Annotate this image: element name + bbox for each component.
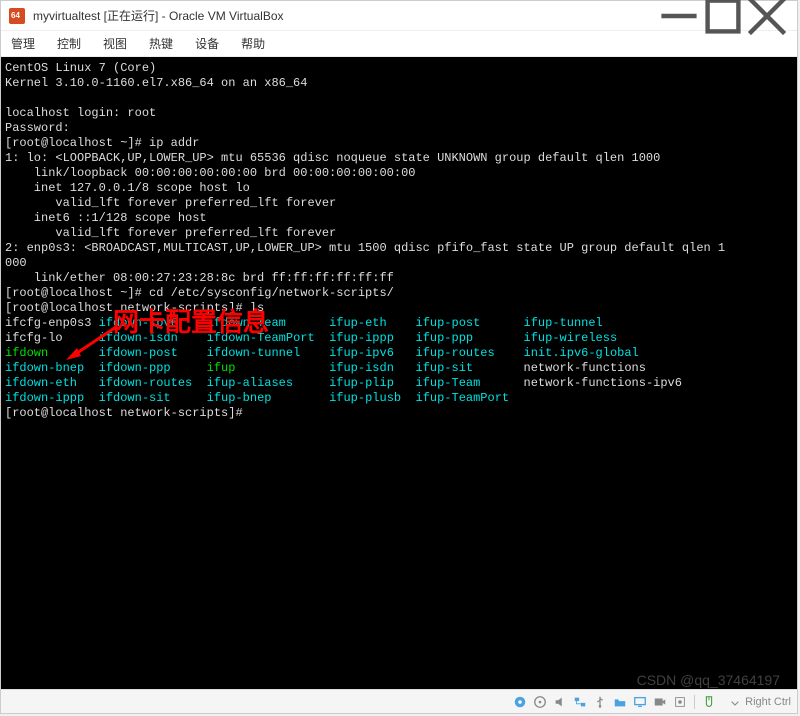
guest-terminal[interactable]: CentOS Linux 7 (Core) Kernel 3.10.0-1160…: [1, 57, 797, 689]
window-controls: [657, 2, 789, 30]
menu-control[interactable]: 控制: [57, 35, 81, 52]
guest-additions-icon[interactable]: [672, 694, 688, 710]
menu-devices[interactable]: 设备: [195, 35, 219, 52]
shared-folder-icon[interactable]: [612, 694, 628, 710]
minimize-button[interactable]: [657, 2, 701, 30]
statusbar: Right Ctrl: [1, 689, 797, 713]
display-icon[interactable]: [632, 694, 648, 710]
usb-icon[interactable]: [592, 694, 608, 710]
menu-hotkeys[interactable]: 热键: [149, 35, 173, 52]
titlebar[interactable]: myvirtualtest [正在运行] - Oracle VM Virtual…: [1, 1, 797, 31]
menu-help[interactable]: 帮助: [241, 35, 265, 52]
window-title: myvirtualtest [正在运行] - Oracle VM Virtual…: [33, 7, 657, 24]
optical-drive-icon[interactable]: [532, 694, 548, 710]
vm-window: myvirtualtest [正在运行] - Oracle VM Virtual…: [0, 0, 798, 714]
menubar: 管理 控制 视图 热键 设备 帮助: [1, 31, 797, 57]
network-icon[interactable]: [572, 694, 588, 710]
menu-manage[interactable]: 管理: [11, 35, 35, 52]
maximize-button[interactable]: [701, 2, 745, 30]
statusbar-separator: [694, 695, 695, 709]
recording-icon[interactable]: [652, 694, 668, 710]
mouse-integration-icon[interactable]: [701, 694, 717, 710]
host-key-indicator[interactable]: Right Ctrl: [729, 696, 791, 708]
audio-icon[interactable]: [552, 694, 568, 710]
hard-disk-icon[interactable]: [512, 694, 528, 710]
virtualbox-icon: [9, 8, 25, 24]
menu-view[interactable]: 视图: [103, 35, 127, 52]
close-button[interactable]: [745, 2, 789, 30]
